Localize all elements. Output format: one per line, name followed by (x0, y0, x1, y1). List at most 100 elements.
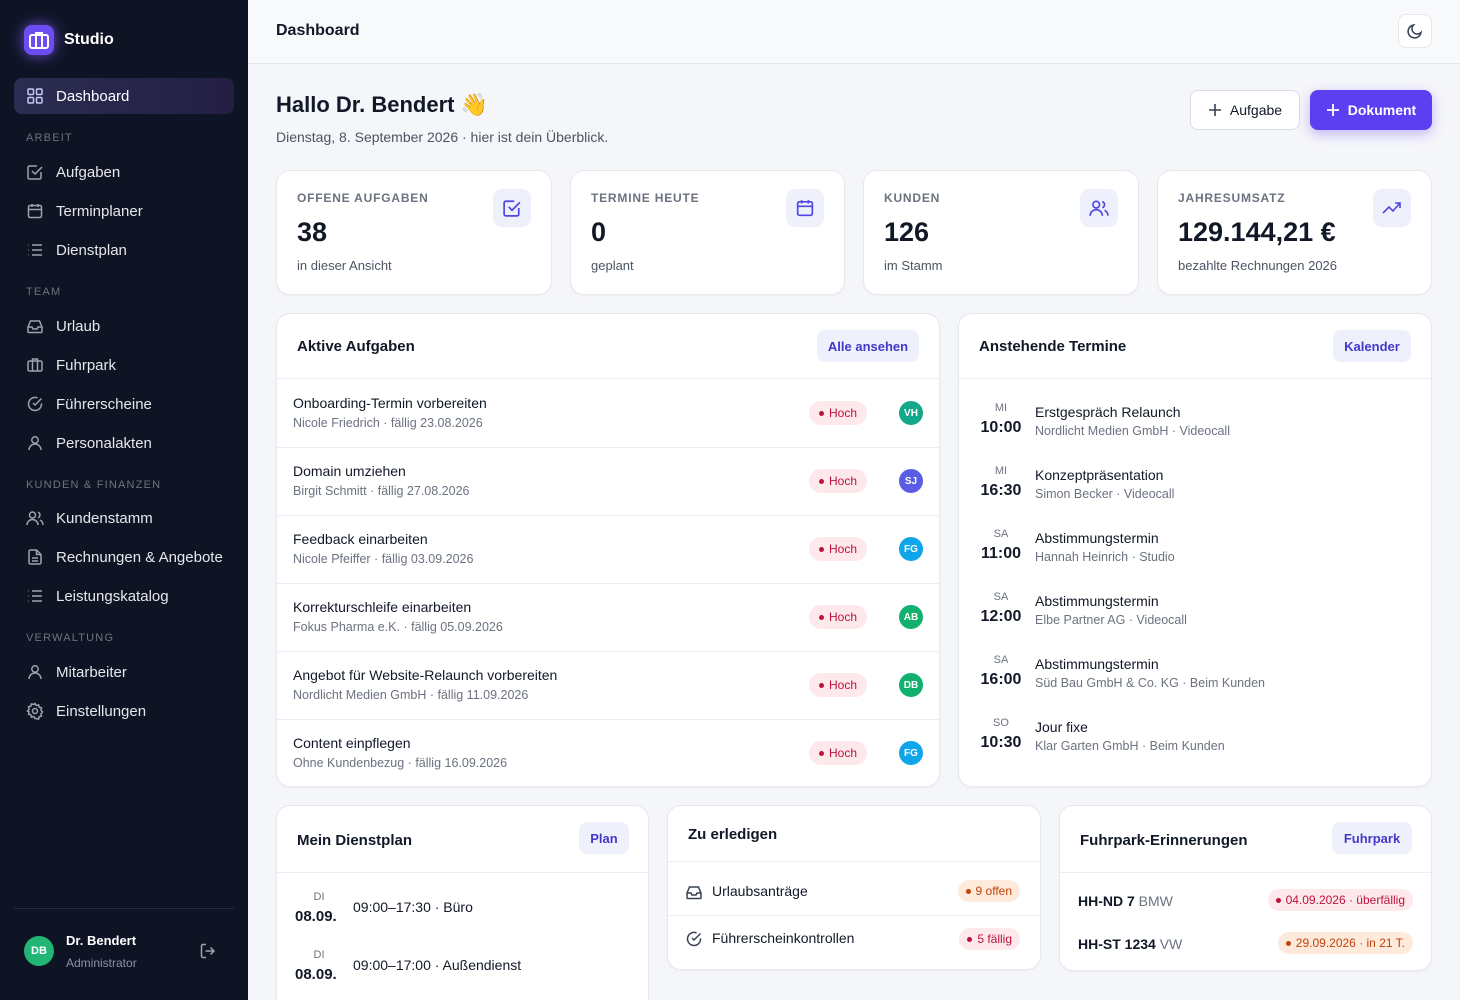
appointment-day: SA (993, 654, 1009, 666)
appointment-time: 16:00 (980, 671, 1022, 688)
appointment-time: 16:30 (980, 482, 1022, 499)
add-document-label: Dokument (1347, 102, 1417, 118)
table-row[interactable]: Domain umziehen Birgit Schmitt · fällig … (277, 447, 939, 515)
greeting-subtitle: Dienstag, 8. September 2026 · hier ist d… (276, 129, 609, 145)
sidebar-item-rechnungen[interactable]: Rechnungen & Angebote (14, 539, 234, 575)
priority-badge: Hoch (809, 401, 867, 425)
nav-section-verwaltung: VERWALTUNG (26, 632, 115, 644)
priority-badge: Hoch (809, 673, 867, 697)
add-document-button[interactable]: Dokument (1310, 90, 1432, 130)
fleet-button[interactable]: Fuhrpark (1332, 822, 1412, 854)
appointment-day: SO (993, 717, 1009, 729)
sidebar-item-kundenstamm[interactable]: Kundenstamm (14, 500, 234, 536)
appointment-time: 10:30 (980, 734, 1022, 751)
theme-toggle-button[interactable] (1398, 14, 1432, 48)
sidebar-item-dashboard[interactable]: Dashboard (14, 78, 234, 114)
sidebar-item-dienstplan[interactable]: Dienstplan (14, 232, 234, 268)
card-title: Anstehende Termine (979, 338, 1127, 355)
priority-badge: Hoch (809, 741, 867, 765)
shift-plan-card: Mein Dienstplan Plan DI 08.09. 09:00–17:… (276, 805, 649, 1000)
task-title: Korrekturschleife einarbeiten (293, 599, 472, 615)
license-plate[interactable]: HH-ST 1234 VW (1078, 936, 1182, 952)
nav-section-team: TEAM (26, 286, 62, 298)
appointment-day: SA (993, 528, 1009, 540)
card-title: Zu erledigen (688, 826, 778, 843)
stat-sub: geplant (591, 258, 634, 273)
list-item[interactable]: Urlaubsanträge 9 offen (668, 866, 1040, 916)
sidebar-item-personalakten[interactable]: Personalakten (14, 425, 234, 461)
appointment-meta: Nordlicht Medien GmbH · Videocall (1035, 424, 1230, 438)
avatar: VH (899, 401, 923, 425)
sidebar-item-aufgaben[interactable]: Aufgaben (14, 154, 234, 190)
shift-text: 09:00–17:30 · Büro (353, 899, 473, 915)
divider (668, 861, 1040, 862)
table-row[interactable]: Feedback einarbeiten Nicole Pfeiffer · f… (277, 515, 939, 583)
sidebar-item-label: Rechnungen & Angebote (56, 548, 223, 566)
priority-badge: Hoch (809, 469, 867, 493)
list-item[interactable]: SA 11:00 Abstimmungstermin Hannah Heinri… (959, 528, 1431, 591)
stat-value: 126 (884, 217, 930, 247)
table-row[interactable]: Content einpflegen Ohne Kundenbezug · fä… (277, 719, 939, 787)
list-item[interactable]: SA 12:00 Abstimmungstermin Elbe Partner … (959, 591, 1431, 654)
briefcase-icon (26, 356, 44, 374)
briefcase-logo-icon (24, 25, 54, 55)
status-badge: 04.09.2026 · überfällig (1267, 889, 1413, 911)
sidebar-item-label: Urlaub (56, 317, 101, 335)
shift-day: DI (313, 891, 325, 903)
list-item[interactable]: SA 16:00 Abstimmungstermin Süd Bau GmbH … (959, 654, 1431, 717)
brand-name: Studio (64, 31, 114, 48)
task-title: Onboarding-Termin vorbereiten (293, 395, 487, 411)
sidebar-item-label: Terminplaner (56, 202, 143, 220)
user-icon (26, 434, 44, 452)
table-row[interactable]: Angebot für Website-Relaunch vorbereiten… (277, 651, 939, 719)
table-row[interactable]: Onboarding-Termin vorbereiten Nicole Fri… (277, 379, 939, 447)
sidebar-item-fuhrpark[interactable]: Fuhrpark (14, 347, 234, 383)
stat-sub: in dieser Ansicht (297, 258, 392, 273)
moon-icon (1407, 23, 1423, 39)
list-icon (26, 241, 44, 259)
trending-up-icon (1373, 189, 1411, 227)
add-task-button[interactable]: Aufgabe (1190, 90, 1300, 130)
sidebar-item-fuehrerscheine[interactable]: Führerscheine (14, 386, 234, 422)
plan-button[interactable]: Plan (579, 822, 629, 854)
sidebar-item-leistungskatalog[interactable]: Leistungskatalog (14, 578, 234, 614)
list-item[interactable]: MI 16:30 Konzeptpräsentation Simon Becke… (959, 465, 1431, 528)
appointment-title: Abstimmungstermin (1035, 593, 1159, 609)
shift-date: 08.09. (295, 908, 337, 925)
sidebar-item-einstellungen[interactable]: Einstellungen (14, 693, 234, 729)
stat-card-open-tasks: OFFENE AUFGABEN 38 in dieser Ansicht (276, 170, 552, 295)
brand[interactable]: Studio (24, 25, 114, 55)
top-bar: Dashboard (248, 0, 1460, 64)
appointment-day: SA (993, 591, 1009, 603)
task-title: Content einpflegen (293, 735, 411, 751)
sidebar-item-terminplaner[interactable]: Terminplaner (14, 193, 234, 229)
user-role: Administrator (66, 956, 137, 970)
list-item[interactable]: Führerscheinkontrollen 5 fällig (668, 915, 1040, 965)
stat-card-revenue: JAHRESUMSATZ 129.144,21 € bezahlte Rechn… (1157, 170, 1432, 295)
logout-icon[interactable] (200, 943, 216, 959)
appointment-day: MI (994, 402, 1008, 414)
sidebar-item-mitarbeiter[interactable]: Mitarbeiter (14, 654, 234, 690)
list-item[interactable]: MI 10:00 Erstgespräch Relaunch Nordlicht… (959, 402, 1431, 465)
appointment-title: Konzeptpräsentation (1035, 467, 1164, 483)
appointment-title: Jour fixe (1035, 719, 1088, 735)
appointment-title: Abstimmungstermin (1035, 656, 1159, 672)
license-plate[interactable]: HH-ND 7 BMW (1078, 893, 1173, 909)
appointment-meta: Süd Bau GmbH & Co. KG · Beim Kunden (1035, 676, 1265, 690)
task-title: Feedback einarbeiten (293, 531, 428, 547)
list-item[interactable]: SO 10:30 Jour fixe Klar Garten GmbH · Be… (959, 717, 1431, 780)
calendar-button[interactable]: Kalender (1333, 330, 1411, 362)
greeting-title: Hallo Dr. Bendert 👋 (276, 92, 488, 117)
gear-icon (26, 702, 44, 720)
user-name: Dr. Bendert (66, 933, 137, 948)
task-title: Domain umziehen (293, 463, 406, 479)
table-row[interactable]: Korrekturschleife einarbeiten Fokus Phar… (277, 583, 939, 651)
avatar[interactable]: DB (24, 936, 54, 966)
sidebar-item-urlaub[interactable]: Urlaub (14, 308, 234, 344)
stat-sub: im Stamm (884, 258, 943, 273)
view-all-button[interactable]: Alle ansehen (817, 330, 919, 362)
shift-date: 08.09. (295, 966, 337, 983)
avatar: DB (899, 673, 923, 697)
sidebar: Studio Dashboard ARBEIT Aufgaben Terminp… (0, 0, 248, 1000)
divider (277, 872, 648, 873)
